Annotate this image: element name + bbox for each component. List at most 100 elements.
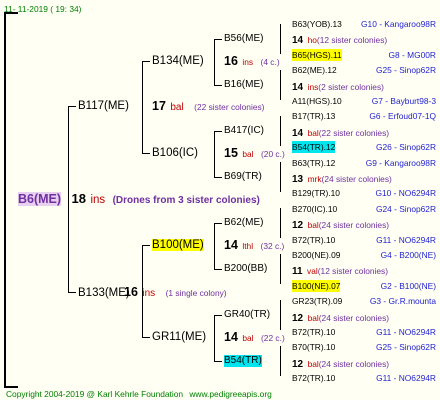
gen4-id: B100(NE).07 [292, 280, 341, 292]
connector [280, 70, 281, 100]
gen4-note: (24 sister colonies) [321, 174, 392, 184]
gen4-abbr: bal [307, 220, 319, 230]
gen1-abbr: ins [142, 288, 156, 299]
connector [280, 346, 281, 376]
gen4-count: 12 [292, 220, 304, 231]
gen4-stat: 12 bal(24 sister colonies) [292, 357, 389, 371]
root-abbr: ins [90, 194, 106, 206]
gen4-location: G11 - NO6294R [376, 373, 436, 383]
gen4-stat: 12 bal(24 sister colonies) [292, 311, 389, 325]
gen4-count: 14 [292, 128, 304, 139]
gen2-abbr: lthl [242, 241, 254, 251]
connector [214, 223, 222, 224]
connector [142, 61, 150, 62]
gen2-count: 16 [224, 54, 238, 68]
gen1-abbr: bal [170, 102, 184, 113]
gen4-count: 12 [292, 313, 304, 324]
gen4-id: B65(HGS).11 [292, 49, 342, 61]
gen4-abbr: bal [307, 313, 319, 323]
gen4-location: G8 - MG00R [388, 50, 436, 60]
gen4-location: G7 - Bayburt98-3 [371, 96, 436, 106]
gen4-note: (22 sister colonies) [318, 128, 390, 138]
gen4-stat: 11 val(12 sister colonies) [292, 264, 388, 278]
footer-copyright: Copyright 2004-2019 @ Karl Kehrle Founda… [6, 389, 184, 399]
gen4-note: (2 sister colonies) [318, 82, 384, 92]
gen3-id: B56(ME) [224, 33, 264, 44]
gen4-id: B17(TR).13 [292, 111, 336, 121]
connector [280, 116, 281, 146]
gen3-id: B54(TR) [224, 355, 262, 367]
connector [68, 106, 76, 107]
gen4-count: 14 [292, 35, 304, 46]
gen1-stat: 16 ins (1 single colony) [124, 286, 227, 300]
connector [214, 223, 215, 269]
gen4-stat: 14 bal(22 sister colonies) [292, 126, 389, 140]
gen3-id: B69(TR) [224, 171, 262, 182]
gen4-id: B63(YOB).13 [292, 19, 342, 29]
gen4-location: G10 - NO6294R [375, 188, 436, 198]
gen1-id: B133(ME) [78, 287, 130, 299]
gen4-id: A11(HGS).10 [292, 96, 342, 106]
gen2-note: (32 c.) [260, 241, 285, 251]
gen2-note: (4 c.) [260, 57, 280, 67]
gen4-location: G10 - Kangaroo98R [361, 19, 436, 29]
gen4-stat: 12 bal(24 sister colonies) [292, 218, 389, 232]
gen2-note: (22 c.) [261, 333, 285, 343]
gen4-note: (24 sister colonies) [318, 220, 390, 230]
gen4-id: B129(TR).10 [292, 188, 340, 198]
gen4-abbr: mrk [307, 174, 322, 184]
gen4-count: 13 [292, 174, 304, 185]
gen1-note: (1 single colony) [165, 288, 227, 298]
frame-line [4, 12, 18, 14]
gen4-stat: 14 ins(2 sister colonies) [292, 80, 384, 94]
gen4-location: G11 - NO6294R [376, 235, 436, 245]
gen4-id: B270(IC).10 [292, 204, 338, 214]
frame-line [4, 12, 6, 388]
gen3-id: B16(ME) [224, 79, 264, 90]
connector [280, 162, 281, 192]
connector [142, 245, 150, 246]
gen1-id: B117(ME) [78, 100, 129, 112]
gen4-id: B54(TR).12 [292, 141, 336, 153]
root-note: (Drones from 3 sister colonies) [112, 195, 260, 206]
gen1-count: 17 [152, 99, 166, 113]
connector [214, 131, 222, 132]
gen4-count: 11 [292, 266, 303, 277]
gen4-note: (24 sister colonies) [318, 359, 390, 369]
footer-site: www.pedigreeapis.org [189, 389, 272, 399]
root-id: B6(ME) [18, 192, 62, 206]
root-count: 18 [71, 191, 86, 206]
gen2-note: (20 c.) [261, 149, 285, 159]
connector [214, 39, 222, 40]
gen4-id: B200(NE).09 [292, 250, 341, 260]
gen4-location: G4 - B200(NE) [380, 250, 436, 260]
gen4-abbr: bal [307, 128, 319, 138]
gen4-id: B62(ME).12 [292, 65, 337, 75]
gen3-id: GR40(TR) [224, 309, 271, 320]
gen1-count: 16 [124, 285, 138, 299]
gen1-note: (22 sister colonies) [194, 102, 265, 112]
gen4-abbr: ins [307, 82, 319, 92]
connector [214, 315, 222, 316]
gen2-abbr: bal [242, 333, 254, 343]
gen2-id: B106(IC) [152, 147, 199, 159]
gen4-location: G25 - Sinop62R [375, 65, 436, 75]
connector [214, 361, 222, 362]
gen4-count: 12 [292, 359, 304, 370]
connector [214, 315, 215, 361]
gen2-stat: 16 ins (4 c.) [224, 55, 280, 68]
gen2-stat: 14 lthl (32 c.) [224, 239, 284, 252]
connector [68, 292, 76, 293]
gen2-abbr: bal [242, 149, 254, 159]
gen2-count: 14 [224, 238, 238, 252]
gen1-node: B133(ME) [78, 286, 130, 299]
gen4-note: (24 sister colonies) [318, 313, 390, 323]
gen4-abbr: ho [307, 35, 317, 45]
connector [280, 208, 281, 238]
gen2-count: 14 [224, 330, 238, 344]
gen2-count: 15 [224, 146, 238, 160]
pedigree-chart: 11- 11-2019 ( 19: 34) B6(ME) 18 ins (Dro… [0, 0, 440, 400]
gen1-stat: 17 bal (22 sister colonies) [152, 100, 264, 114]
gen1-node: B117(ME) [78, 100, 129, 112]
gen2-stat: 14 bal (22 c.) [224, 331, 285, 344]
